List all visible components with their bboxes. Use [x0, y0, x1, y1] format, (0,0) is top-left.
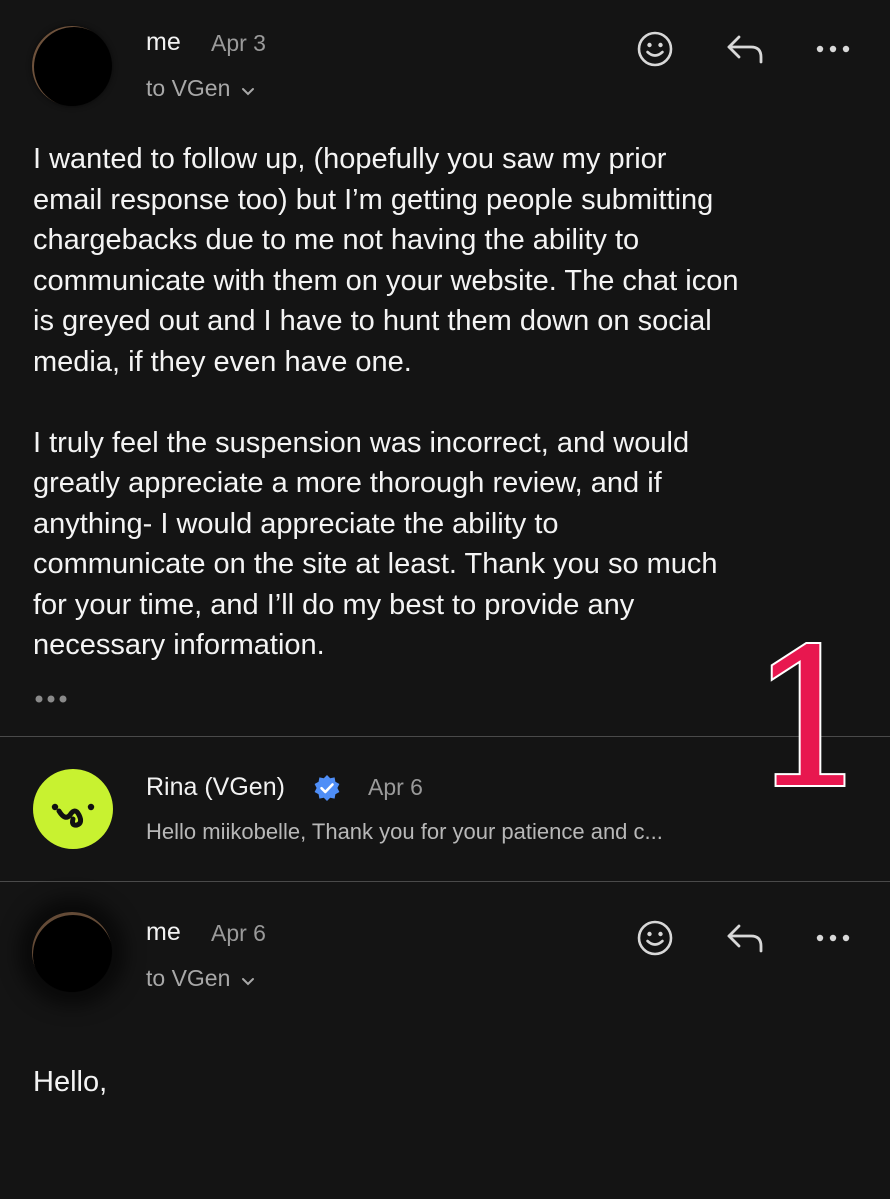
- message-date: Apr 6: [211, 920, 266, 946]
- recipient-dropdown[interactable]: to VGen: [146, 965, 255, 993]
- message-body: Hello,: [33, 1066, 108, 1098]
- recipient-label: to VGen: [146, 965, 231, 991]
- ellipsis-icon[interactable]: [34, 688, 74, 710]
- divider: [0, 736, 890, 737]
- annotation-label: 1: [770, 615, 850, 805]
- chevron-down-icon: [241, 966, 255, 993]
- sender-name: Rina (VGen): [146, 773, 285, 801]
- reply-arrow-icon[interactable]: [725, 29, 765, 69]
- sender-name: me: [146, 918, 181, 946]
- recipient-label: to VGen: [146, 75, 231, 101]
- divider: [0, 881, 890, 882]
- message-body: I wanted to follow up, (hopefully you sa…: [33, 143, 739, 661]
- smiley-icon[interactable]: [635, 918, 675, 958]
- vgen-logo-icon: [33, 769, 113, 849]
- avatar: [32, 912, 112, 992]
- message-date: Apr 3: [211, 30, 266, 56]
- more-dots-icon[interactable]: [813, 29, 853, 69]
- smiley-icon[interactable]: [635, 29, 675, 69]
- sender-name: me: [146, 28, 181, 56]
- chevron-down-icon: [241, 76, 255, 103]
- reply-arrow-icon[interactable]: [725, 918, 765, 958]
- message-snippet: Hello miikobelle, Thank you for your pat…: [146, 819, 663, 844]
- annotation-number: 1: [748, 607, 873, 832]
- message-date: Apr 6: [368, 774, 423, 800]
- more-dots-icon[interactable]: [813, 918, 853, 958]
- avatar: [32, 26, 112, 106]
- verified-badge-icon: [313, 774, 341, 807]
- recipient-dropdown[interactable]: to VGen: [146, 75, 255, 103]
